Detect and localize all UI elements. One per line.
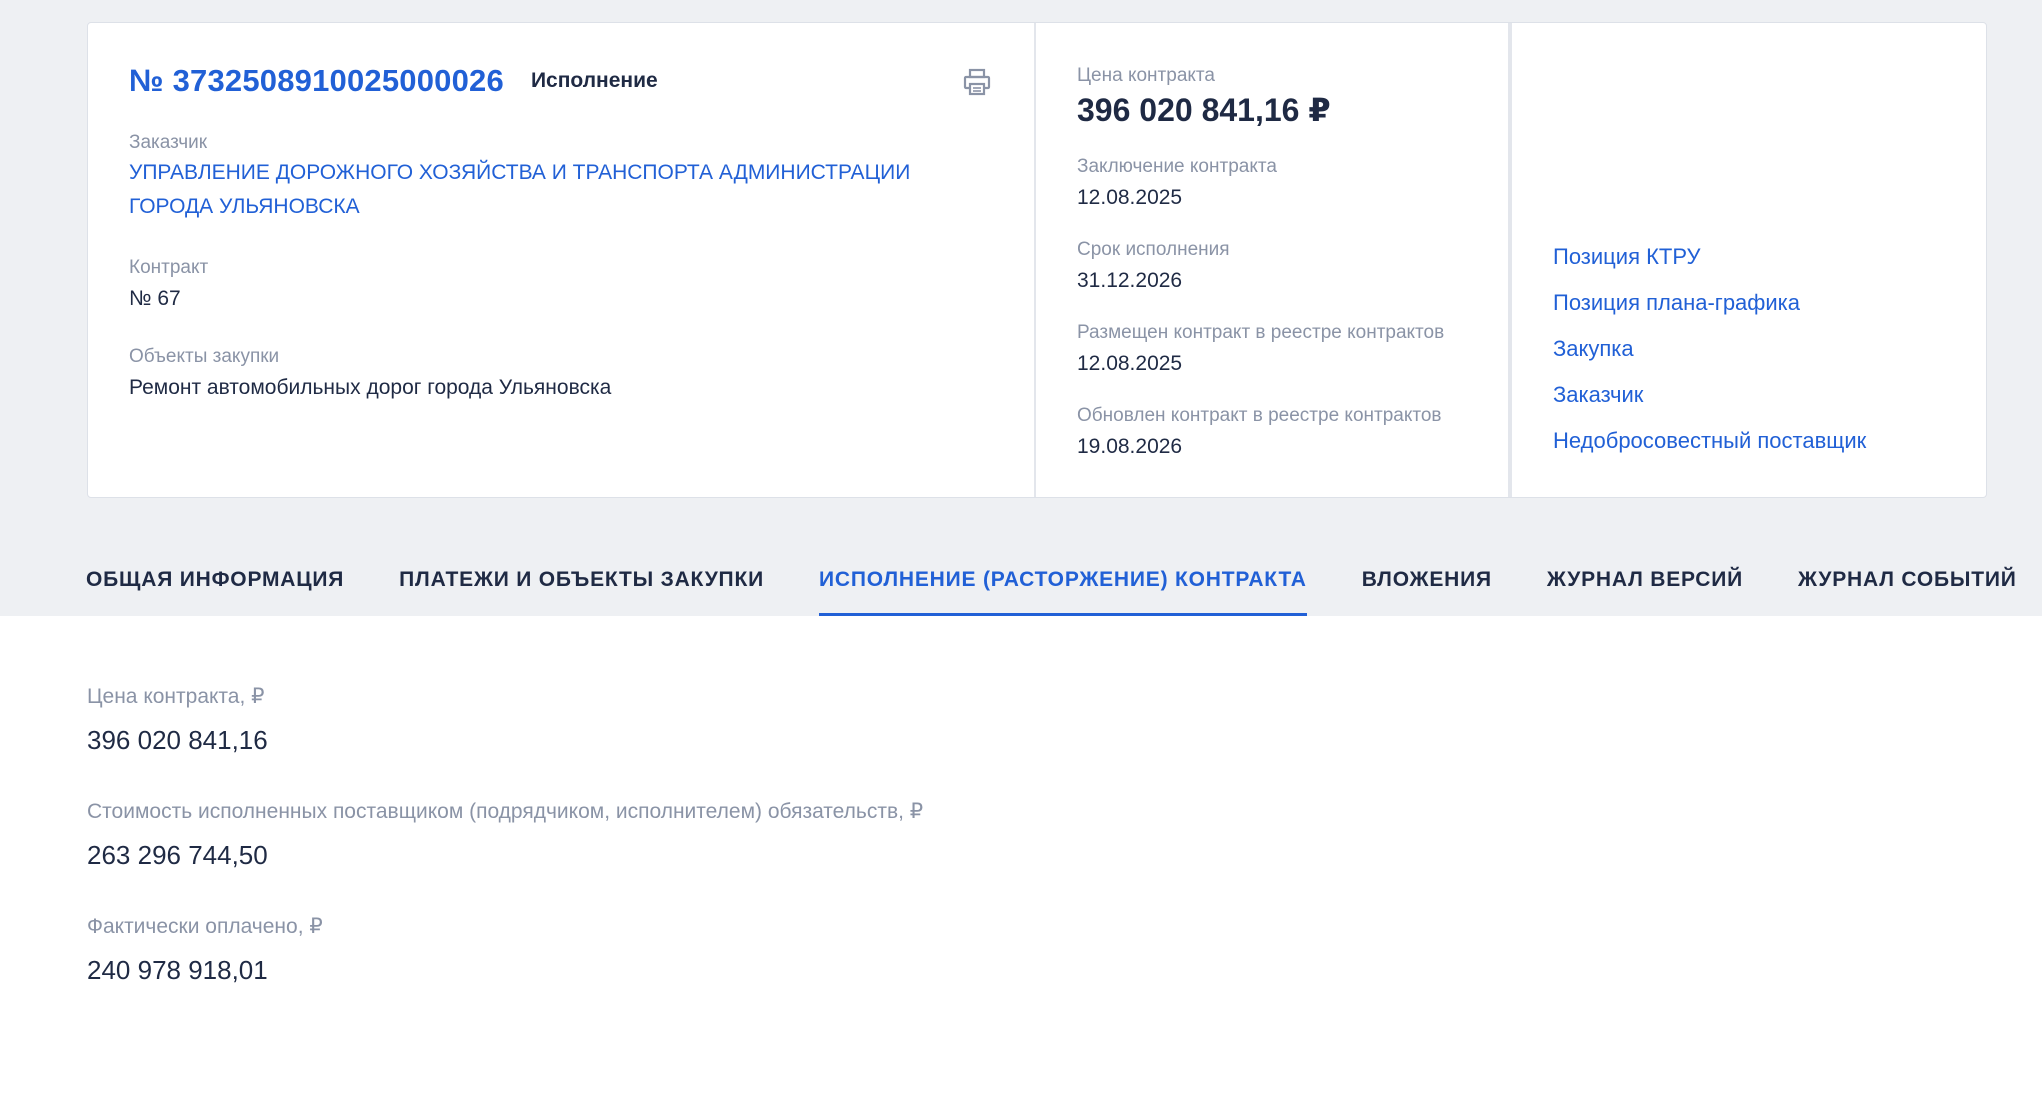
tab-version-log[interactable]: ЖУРНАЛ ВЕРСИЙ: [1547, 548, 1743, 616]
related-links-panel: Позиция КТРУ Позиция плана-графика Закуп…: [1512, 23, 1986, 497]
tab-attachments[interactable]: ВЛОЖЕНИЯ: [1362, 548, 1492, 616]
customer-label: Заказчик: [129, 132, 208, 153]
price-label: Цена контракта: [1077, 65, 1215, 86]
conclusion-field: Заключение контракта 12.08.2025: [1077, 156, 1467, 212]
tab-execution[interactable]: ИСПОЛНЕНИЕ (РАСТОРЖЕНИЕ) КОНТРАКТА: [818, 548, 1307, 616]
customer-link[interactable]: УПРАВЛЕНИЕ ДОРОЖНОГО ХОЗЯЙСТВА И ТРАНСПО…: [129, 156, 993, 224]
placed-label: Размещен контракт в реестре контрактов: [1077, 322, 1445, 343]
detail-executed-value: 263 296 744,50: [87, 840, 268, 870]
term-value: 31.12.2026: [1077, 269, 1183, 292]
detail-paid-value: 240 978 918,01: [87, 955, 268, 985]
detail-price-label: Цена контракта, ₽: [87, 685, 265, 708]
related-links: Позиция КТРУ Позиция плана-графика Закуп…: [1553, 244, 1866, 474]
link-unfair-supplier[interactable]: Недобросовестный поставщик: [1553, 428, 1866, 454]
detail-paid-label: Фактически оплачено, ₽: [87, 915, 323, 938]
link-customer[interactable]: Заказчик: [1553, 382, 1866, 408]
price-value: 396 020 841,16 ₽: [1077, 92, 1331, 128]
objects-value: Ремонт автомобильных дорог города Ульяно…: [129, 376, 612, 399]
contract-dates-info: Цена контракта 396 020 841,16 ₽ Заключен…: [1036, 23, 1512, 497]
contract-label: Контракт: [129, 257, 209, 278]
objects-field: Объекты закупки Ремонт автомобильных дор…: [129, 346, 993, 402]
contract-header-area: № 3732508910025000026 Исполнение Заказчи…: [0, 0, 2042, 616]
contract-value: № 67: [129, 287, 181, 310]
tab-bar: ОБЩАЯ ИНФОРМАЦИЯ ПЛАТЕЖИ И ОБЪЕКТЫ ЗАКУП…: [86, 548, 2042, 616]
detail-executed-label: Стоимость исполненных поставщиком (подря…: [87, 800, 924, 823]
tab-general-info[interactable]: ОБЩАЯ ИНФОРМАЦИЯ: [86, 548, 344, 616]
detail-price-value: 396 020 841,16: [87, 725, 268, 755]
tab-event-log[interactable]: ЖУРНАЛ СОБЫТИЙ: [1798, 548, 2017, 616]
updated-field: Обновлен контракт в реестре контрактов 1…: [1077, 405, 1467, 461]
placed-field: Размещен контракт в реестре контрактов 1…: [1077, 322, 1467, 378]
execution-details: Цена контракта, ₽ 396 020 841,16 Стоимос…: [0, 616, 2042, 1097]
link-plan-schedule-position[interactable]: Позиция плана-графика: [1553, 290, 1866, 316]
contract-main-info: № 3732508910025000026 Исполнение Заказчи…: [88, 23, 1036, 497]
tab-payments-objects[interactable]: ПЛАТЕЖИ И ОБЪЕКТЫ ЗАКУПКИ: [399, 548, 764, 616]
status-badge: Исполнение: [530, 69, 658, 92]
term-label: Срок исполнения: [1077, 239, 1230, 260]
contract-number: № 3732508910025000026: [129, 63, 504, 98]
detail-paid: Фактически оплачено, ₽ 240 978 918,01: [87, 914, 1955, 986]
placed-value: 12.08.2025: [1077, 352, 1183, 375]
contract-field: Контракт № 67: [129, 257, 993, 313]
conclusion-value: 12.08.2025: [1077, 186, 1183, 209]
contract-headline: № 3732508910025000026 Исполнение: [129, 63, 993, 99]
updated-label: Обновлен контракт в реестре контрактов: [1077, 405, 1442, 426]
contract-card: № 3732508910025000026 Исполнение Заказчи…: [87, 22, 1987, 498]
updated-value: 19.08.2026: [1077, 435, 1183, 458]
conclusion-label: Заключение контракта: [1077, 156, 1277, 177]
link-ktru-position[interactable]: Позиция КТРУ: [1553, 244, 1866, 270]
detail-price: Цена контракта, ₽ 396 020 841,16: [87, 684, 1955, 756]
detail-executed: Стоимость исполненных поставщиком (подря…: [87, 799, 1955, 871]
customer-field: Заказчик УПРАВЛЕНИЕ ДОРОЖНОГО ХОЗЯЙСТВА …: [129, 132, 993, 224]
objects-label: Объекты закупки: [129, 346, 280, 367]
term-field: Срок исполнения 31.12.2026: [1077, 239, 1467, 295]
link-purchase[interactable]: Закупка: [1553, 336, 1866, 362]
printer-icon[interactable]: [962, 67, 992, 97]
